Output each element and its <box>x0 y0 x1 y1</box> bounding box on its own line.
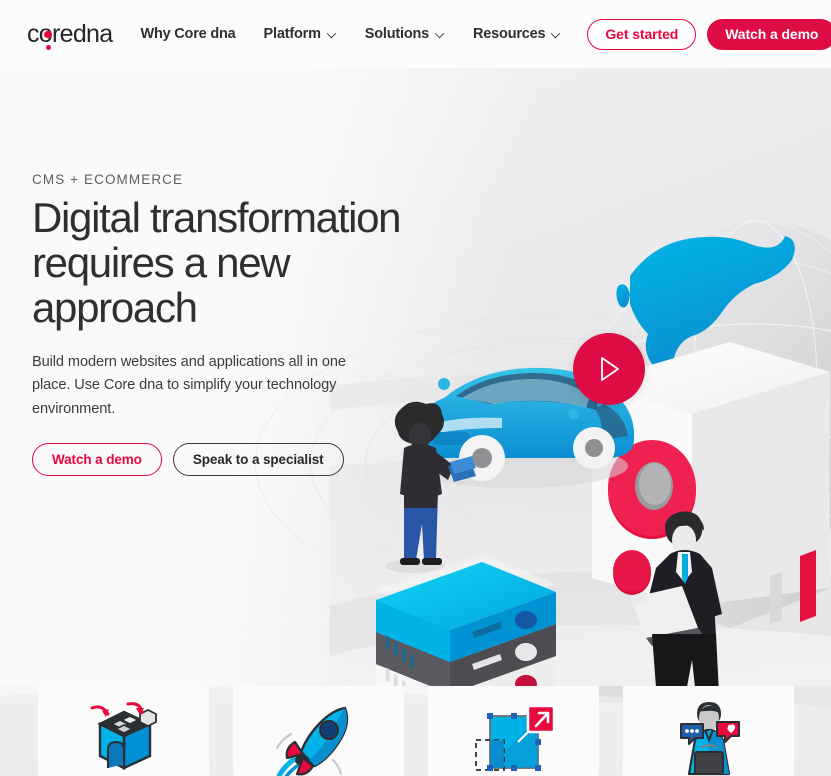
headline-line-3: approach <box>32 283 198 331</box>
chevron-down-icon <box>326 32 337 39</box>
card-launch[interactable] <box>233 686 404 776</box>
nav-why-core-dna[interactable]: Why Core dna <box>126 20 249 48</box>
nav-label: Platform <box>263 26 321 42</box>
nav-platform[interactable]: Platform <box>250 20 351 48</box>
card-support[interactable] <box>623 686 794 776</box>
play-video-button[interactable] <box>573 333 645 405</box>
hero-cta-group: Watch a demo Speak to a specialist <box>32 442 432 476</box>
get-started-button[interactable]: Get started <box>587 18 697 50</box>
support-person-icon <box>679 702 740 776</box>
headline-line-1: Digital transformation <box>32 194 402 241</box>
play-icon <box>601 357 619 381</box>
nav-solutions[interactable]: Solutions <box>351 20 459 48</box>
watch-a-demo-button-hero[interactable]: Watch a demo <box>32 442 162 476</box>
card-modular[interactable] <box>38 686 209 776</box>
chevron-down-icon <box>550 32 561 39</box>
crate-box-icon <box>90 702 157 770</box>
logo-accent-dot-icon <box>45 44 51 50</box>
page-title: Digital transformation requires a new ap… <box>32 194 432 331</box>
nav-label: Solutions <box>364 26 430 42</box>
hero-eyebrow: CMS + ECOMMERCE <box>32 172 184 187</box>
hero-section: CMS + ECOMMERCE Digital transformation r… <box>0 68 831 686</box>
resize-artboard-icon <box>474 704 555 771</box>
nav-label: Why Core dna <box>140 26 236 42</box>
nav-resources[interactable]: Resources <box>459 20 575 48</box>
feature-cards <box>0 686 831 776</box>
hero-copy: CMS + ECOMMERCE Digital transformation r… <box>32 172 432 476</box>
feature-card-strip <box>0 686 831 776</box>
page-root: coredna Why Core dna Platform Solutions <box>0 0 831 776</box>
watch-a-demo-button-header[interactable]: Watch a demo <box>707 18 831 50</box>
speak-to-a-specialist-button[interactable]: Speak to a specialist <box>172 442 344 476</box>
rocket-icon <box>275 706 348 776</box>
chevron-down-icon <box>434 32 445 39</box>
logo-dot-icon <box>44 30 52 38</box>
logo-wordmark: coredna <box>27 19 113 48</box>
site-header: coredna Why Core dna Platform Solutions <box>0 0 831 68</box>
card-design[interactable] <box>428 686 599 776</box>
headline-line-2: requires a new <box>32 238 291 286</box>
core-dna-logo[interactable]: coredna <box>27 19 113 50</box>
nav-label: Resources <box>473 26 546 42</box>
main-navigation: Why Core dna Platform Solutions Resource… <box>126 20 575 48</box>
hero-subcopy: Build modern websites and applications a… <box>32 353 346 418</box>
